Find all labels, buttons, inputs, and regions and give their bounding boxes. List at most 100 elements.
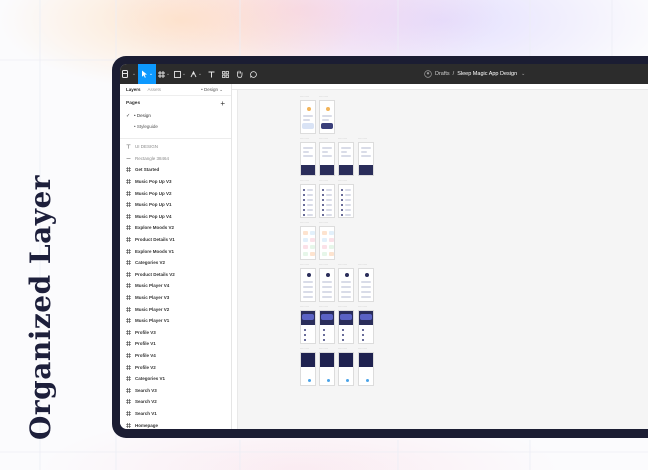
layer-item[interactable]: Get Started [120, 164, 231, 176]
screen-frame-thumbnail[interactable] [319, 268, 335, 302]
tab-layers[interactable]: Layers [126, 87, 141, 92]
page-label: • Design [134, 113, 151, 118]
screen-frame-thumbnail[interactable] [300, 352, 316, 386]
thumb-dot [303, 199, 305, 201]
thumb-chip [303, 245, 308, 249]
frame-name-label: ········ [358, 137, 368, 141]
thumb-chip [303, 252, 308, 256]
layer-item[interactable]: Search V1 [120, 408, 231, 420]
page-selector[interactable]: • Design ⌄ [201, 87, 223, 93]
layer-item[interactable]: Music Player V2 [120, 303, 231, 315]
screen-frame-thumbnail[interactable] [300, 310, 316, 344]
screen-frame-thumbnail[interactable] [300, 100, 316, 134]
move-tool-icon[interactable]: ⌄ [138, 64, 156, 84]
layer-item[interactable]: Product Details V2 [120, 269, 231, 281]
hand-tool-icon[interactable] [232, 64, 246, 84]
thumb-line [307, 204, 313, 206]
layer-label: Music Pop Up V3 [135, 179, 172, 185]
layer-item[interactable]: Search V2 [120, 396, 231, 408]
file-location[interactable]: Drafts [435, 71, 450, 77]
screen-frame-thumbnail[interactable] [319, 310, 335, 344]
thumb-line [341, 286, 351, 288]
layer-item[interactable]: UI DESIGN [120, 141, 231, 153]
thumb-line [322, 151, 328, 153]
layer-item[interactable]: Profile V4 [120, 350, 231, 362]
layer-item[interactable]: Rectangle 38464 [120, 153, 231, 165]
layer-item[interactable]: Profile V1 [120, 338, 231, 350]
page-item[interactable]: ✓ • Design [120, 110, 231, 121]
thumb-dot [322, 204, 324, 206]
components-icon[interactable] [218, 64, 232, 84]
layer-item[interactable]: Explore Moods V1 [120, 245, 231, 257]
add-page-button[interactable]: + [220, 99, 225, 108]
screen-frame-thumbnail[interactable] [338, 184, 354, 218]
thumb-line [307, 214, 313, 216]
screen-frame-thumbnail[interactable] [300, 268, 316, 302]
screen-frame-thumbnail[interactable] [338, 352, 354, 386]
thumb-line [326, 209, 332, 211]
screen-frame-thumbnail[interactable] [338, 142, 354, 176]
thumb-line [303, 151, 309, 153]
screen-frame-thumbnail[interactable] [358, 352, 374, 386]
toolbar: ⌄ ⌄ ⌄ ⌄ ⌄ Drafts / Sleep Magic App Desig… [120, 64, 648, 84]
thumb-line [322, 119, 329, 121]
text-layer-icon [126, 144, 135, 149]
screen-frame-thumbnail[interactable] [300, 184, 316, 218]
pen-tool-icon[interactable]: ⌄ [188, 64, 204, 84]
layer-item[interactable]: Music Pop Up V3 [120, 176, 231, 188]
screen-frame-thumbnail[interactable] [300, 226, 316, 260]
text-tool-icon[interactable] [204, 64, 218, 84]
layer-item[interactable]: Music Pop Up V2 [120, 187, 231, 199]
layer-item[interactable]: Categories V2 [120, 257, 231, 269]
screen-frame-thumbnail[interactable] [300, 142, 316, 176]
frame-tool-icon[interactable]: ⌄ [156, 64, 172, 84]
screen-frame-thumbnail[interactable] [319, 100, 335, 134]
layer-item[interactable]: Search V3 [120, 384, 231, 396]
screen-frame-thumbnail[interactable] [319, 352, 335, 386]
thumb-line [307, 194, 313, 196]
layer-item[interactable]: Profile V3 [120, 327, 231, 339]
layer-label: Music Player V3 [135, 295, 170, 301]
thumb-hero [302, 314, 314, 320]
layer-item[interactable]: Profile V2 [120, 361, 231, 373]
layer-label: UI DESIGN [135, 144, 159, 150]
layer-item[interactable]: Music Pop Up V4 [120, 211, 231, 223]
screen-frame-thumbnail[interactable] [319, 226, 335, 260]
screen-frame-thumbnail[interactable] [358, 142, 374, 176]
layer-item[interactable]: Explore Moods V2 [120, 222, 231, 234]
thumb-line [345, 199, 351, 201]
page-item[interactable]: • Styleguide [120, 121, 231, 132]
thumb-line [303, 119, 310, 121]
screen-frame-thumbnail[interactable] [319, 142, 335, 176]
frame-name-label: ········ [300, 305, 310, 309]
shape-tool-icon[interactable]: ⌄ [172, 64, 188, 84]
thumb-chip [310, 252, 315, 256]
layer-item[interactable]: Product Details V1 [120, 234, 231, 246]
thumb-line [361, 281, 371, 283]
thumb-hero [301, 165, 315, 175]
layer-item[interactable]: Music Pop Up V1 [120, 199, 231, 211]
screen-frame-thumbnail[interactable] [358, 268, 374, 302]
screen-frame-thumbnail[interactable] [338, 268, 354, 302]
tab-assets[interactable]: Assets [148, 87, 162, 92]
thumb-dot [341, 209, 343, 211]
screen-frame-thumbnail[interactable] [319, 184, 335, 218]
layer-item[interactable]: Music Player V3 [120, 292, 231, 304]
layer-item[interactable]: Music Player V1 [120, 315, 231, 327]
thumb-dot [341, 214, 343, 216]
layer-item[interactable]: Categories V1 [120, 373, 231, 385]
figma-menu-icon[interactable]: ⌄ [120, 64, 138, 84]
layer-item[interactable]: Music Player V4 [120, 280, 231, 292]
layer-label: Explore Moods V1 [135, 248, 175, 254]
layer-item[interactable]: Homepage [120, 419, 231, 429]
screen-frame-thumbnail[interactable] [338, 310, 354, 344]
frame-layer-icon [126, 202, 135, 208]
chevron-down-icon[interactable]: ⌄ [521, 71, 525, 77]
thumb-avatar [365, 273, 369, 277]
thumb-dot [323, 334, 325, 336]
screen-frame-thumbnail[interactable] [358, 310, 374, 344]
file-name[interactable]: Sleep Magic App Design [457, 71, 517, 77]
comment-icon[interactable] [246, 64, 260, 84]
design-canvas[interactable]: ········ ········ ········ ········ ········… [238, 90, 648, 429]
thumb-line [341, 155, 351, 157]
